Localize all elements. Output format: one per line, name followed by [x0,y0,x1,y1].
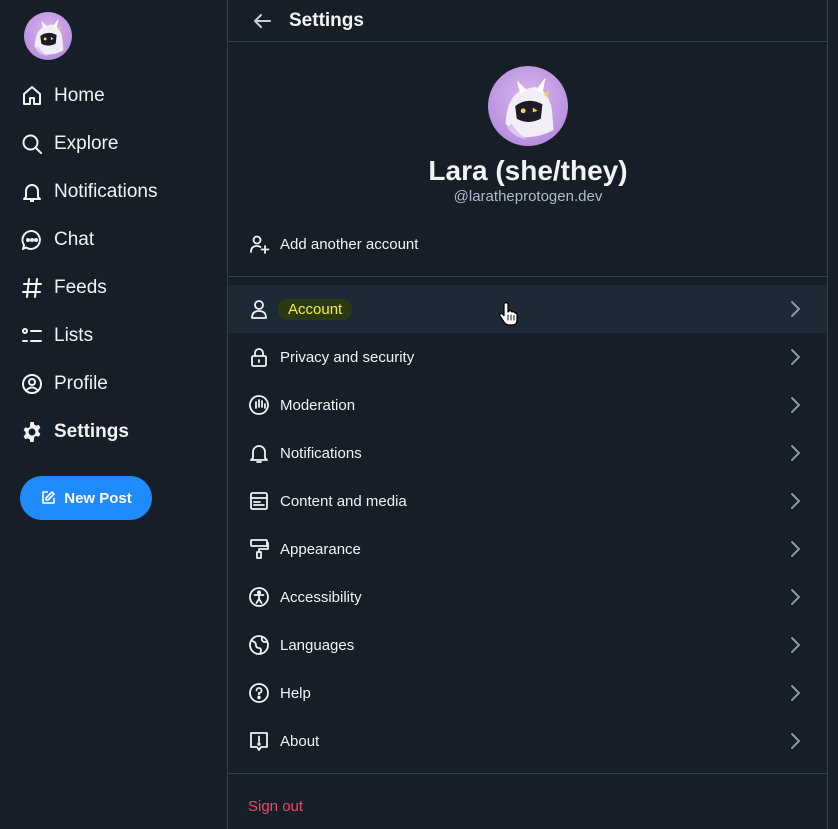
divider [228,276,828,277]
sidebar-item-chat[interactable]: Chat [20,220,94,260]
settings-row-label: Account [278,298,353,320]
chevron-right-icon [785,683,805,703]
chevron-right-icon [785,299,805,319]
bell-icon [248,442,270,464]
globe-icon [248,634,270,656]
settings-row-label: Appearance [280,540,361,558]
settings-row-label: Moderation [280,396,356,414]
hand-icon [248,394,270,416]
chevron-right-icon [785,491,805,511]
settings-row-label: Content and media [280,492,407,510]
settings-row-about[interactable]: About [228,717,827,765]
avatar[interactable] [24,12,72,60]
profile-summary: Lara (she/they) @laratheprotogen.dev [228,66,828,206]
divider [228,773,828,774]
arrow-left-icon [254,13,271,28]
settings-row-privacy[interactable]: Privacy and security [228,333,827,381]
edit-icon [40,490,56,506]
chevron-right-icon [785,731,805,751]
sidebar-item-label: Explore [54,133,119,154]
sidebar-item-explore[interactable]: Explore [20,124,118,164]
settings-row-content-media[interactable]: Content and media [228,477,827,525]
help-circle-icon [248,682,270,704]
sign-out-link[interactable]: Sign out [248,798,303,815]
chevron-right-icon [785,635,805,655]
chevron-right-icon [785,539,805,559]
back-button[interactable] [248,7,276,35]
sidebar-item-label: Lists [54,325,94,346]
settings-row-accessibility[interactable]: Accessibility [228,573,827,621]
person-icon [248,298,270,320]
sidebar-item-notifications[interactable]: Notifications [20,172,158,212]
list-icon [20,324,44,348]
settings-row-help[interactable]: Help [228,669,827,717]
new-post-button[interactable]: New Post [20,476,152,520]
chevron-right-icon [785,443,805,463]
sidebar-item-label: Home [54,85,105,106]
settings-row-moderation[interactable]: Moderation [228,381,827,429]
chat-icon [20,228,44,252]
sidebar-item-settings[interactable]: Settings [20,412,129,452]
settings-row-label: Languages [280,636,355,654]
chevron-right-icon [785,347,805,367]
paint-roller-icon [248,538,270,560]
add-account-label: Add another account [280,235,419,253]
lock-icon [248,346,270,368]
bell-icon [20,180,44,204]
settings-row-label: Privacy and security [280,348,415,366]
sidebar-item-feeds[interactable]: Feeds [20,268,107,308]
user-circle-icon [20,372,44,396]
settings-row-label: Accessibility [280,588,362,606]
sidebar-item-home[interactable]: Home [20,76,105,116]
profile-handle: @laratheprotogen.dev [453,188,603,205]
settings-row-label: About [280,732,320,750]
settings-row-languages[interactable]: Languages [228,621,827,669]
add-account-button[interactable]: Add another account [248,228,418,260]
settings-row-account[interactable]: Account [228,285,827,333]
header: Settings [228,0,827,42]
avatar[interactable] [488,66,568,146]
sidebar-item-profile[interactable]: Profile [20,364,108,404]
search-icon [20,132,44,156]
sidebar-item-label: Notifications [54,181,158,202]
settings-row-appearance[interactable]: Appearance [228,525,827,573]
sidebar-item-label: Settings [54,421,129,442]
chevron-right-icon [785,587,805,607]
hand-pointer-cursor-icon [499,302,518,326]
settings-row-label: Help [280,684,311,702]
sidebar-item-label: Chat [54,229,95,250]
settings-row-label: Notifications [280,444,362,462]
window-icon [248,490,270,512]
page-title: Settings [289,9,364,31]
sidebar: Home Explore Notifications Chat Feeds Li… [0,0,228,829]
sidebar-item-lists[interactable]: Lists [20,316,93,356]
home-icon [20,84,44,108]
info-bubble-icon [248,730,270,752]
profile-name: Lara (she/they) [428,155,628,186]
new-post-label: New Post [64,489,132,507]
sidebar-item-label: Profile [54,373,108,394]
gear-icon [20,420,44,444]
settings-row-notifications[interactable]: Notifications [228,429,827,477]
accessibility-icon [248,586,270,608]
chevron-right-icon [785,395,805,415]
hash-icon [20,276,44,300]
user-plus-icon [248,233,270,255]
sidebar-item-label: Feeds [54,277,107,298]
settings-panel: Settings Lara (she/they) @laratheprotoge… [228,0,828,829]
